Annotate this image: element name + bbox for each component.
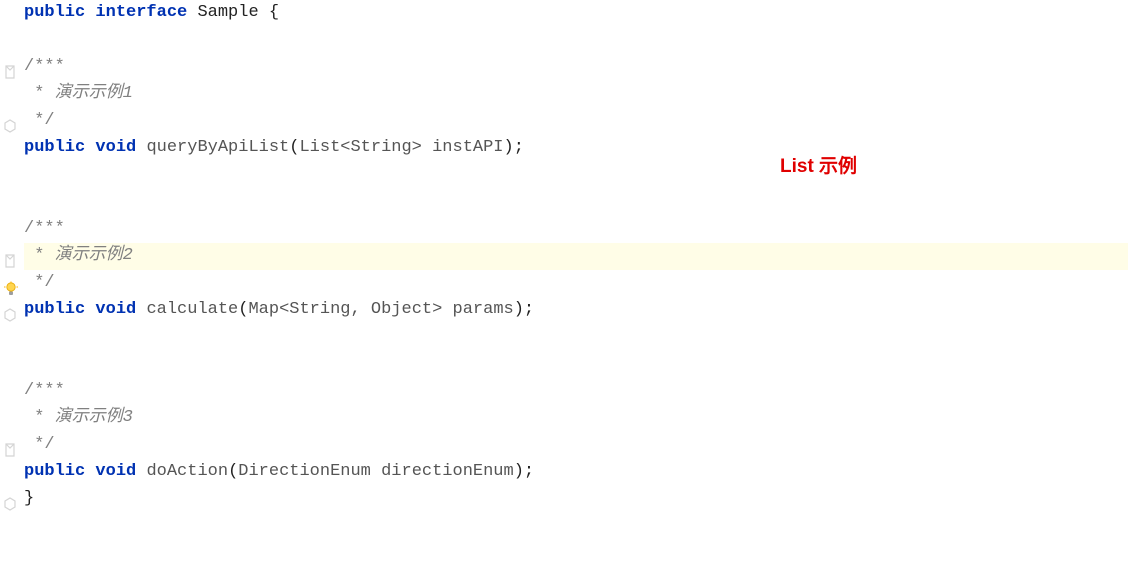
keyword-void: void [95, 459, 136, 485]
keyword-public: public [24, 459, 85, 485]
code-line[interactable]: * 演示示例1 [24, 81, 1128, 108]
paren-close: ); [504, 135, 524, 161]
comment-close: */ [24, 432, 55, 458]
brace-close: } [24, 486, 34, 512]
method-marker-icon[interactable] [3, 497, 19, 513]
param-name: instAPI [422, 135, 504, 161]
paren-close: ); [514, 297, 534, 323]
editor-gutter [0, 0, 24, 580]
code-line-blank[interactable] [24, 27, 1128, 54]
method-name: queryByApiList [146, 135, 289, 161]
method-marker-icon[interactable] [3, 65, 19, 81]
comment-star: * [24, 81, 55, 107]
code-line-blank[interactable] [24, 351, 1128, 378]
paren-open: ( [289, 135, 299, 161]
keyword-interface: interface [95, 0, 187, 26]
code-line-blank[interactable] [24, 189, 1128, 216]
method-name: doAction [146, 459, 228, 485]
paren-open: ( [228, 459, 238, 485]
comment-open: /*** [24, 54, 65, 80]
comment-close: */ [24, 270, 55, 296]
annotation-label: List 示例 [780, 152, 857, 181]
param-name: params [442, 297, 513, 323]
method-name: calculate [146, 297, 238, 323]
param-type: DirectionEnum [238, 459, 371, 485]
paren-open: ( [238, 297, 248, 323]
code-line[interactable]: public interface Sample { [24, 0, 1128, 27]
comment-text: 演示示例1 [55, 81, 133, 107]
code-line[interactable]: */ [24, 108, 1128, 135]
method-marker-icon[interactable] [3, 443, 19, 459]
comment-text: 演示示例2 [55, 243, 133, 269]
comment-text: 演示示例3 [55, 405, 133, 431]
comment-open: /*** [24, 216, 65, 242]
code-line[interactable]: public void calculate(Map<String, Object… [24, 297, 1128, 324]
method-marker-icon[interactable] [3, 308, 19, 324]
keyword-void: void [95, 135, 136, 161]
comment-star: * [24, 405, 55, 431]
keyword-public: public [24, 0, 85, 26]
keyword-public: public [24, 297, 85, 323]
code-line[interactable]: } [24, 486, 1128, 513]
code-line[interactable]: */ [24, 432, 1128, 459]
code-line[interactable]: /*** [24, 54, 1128, 81]
code-line[interactable]: public void doAction(DirectionEnum direc… [24, 459, 1128, 486]
param-name: directionEnum [371, 459, 514, 485]
code-line[interactable]: */ [24, 270, 1128, 297]
lightbulb-icon[interactable] [3, 281, 19, 297]
type-name: Sample [197, 0, 258, 26]
code-line-blank[interactable] [24, 324, 1128, 351]
code-line-blank[interactable] [24, 162, 1128, 189]
comment-open: /*** [24, 378, 65, 404]
method-marker-icon[interactable] [3, 254, 19, 270]
keyword-public: public [24, 135, 85, 161]
code-line[interactable]: /*** [24, 216, 1128, 243]
code-line[interactable]: public void queryByApiList(List<String> … [24, 135, 1128, 162]
code-line[interactable]: * 演示示例3 [24, 405, 1128, 432]
keyword-void: void [95, 297, 136, 323]
code-line[interactable]: /*** [24, 378, 1128, 405]
comment-star: * [24, 243, 55, 269]
param-type: Map<String, Object> [248, 297, 442, 323]
comment-close: */ [24, 108, 55, 134]
code-line-highlighted[interactable]: * 演示示例2 [24, 243, 1128, 270]
paren-close: ); [514, 459, 534, 485]
brace-open: { [269, 0, 279, 26]
param-type: List<String> [299, 135, 421, 161]
code-editor[interactable]: public interface Sample { /*** * 演示示例1 *… [24, 0, 1128, 513]
method-marker-icon[interactable] [3, 119, 19, 135]
